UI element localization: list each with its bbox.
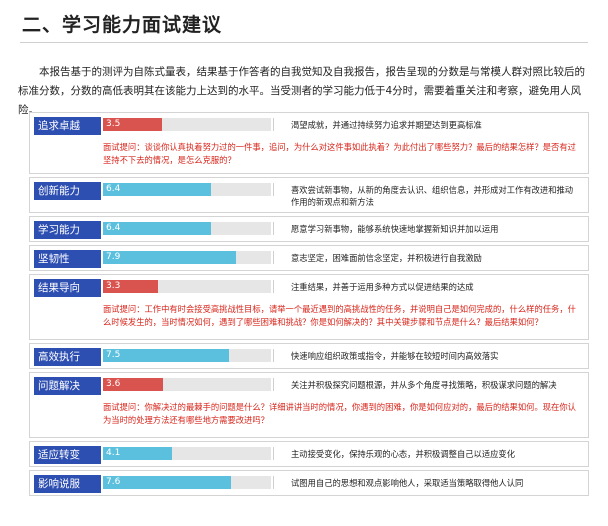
column-divider — [273, 251, 274, 264]
competency-row: 坚韧性 7.9 意志坚定，困难面前信念坚定，并积极进行自我激励 — [29, 245, 589, 271]
competency-row: 影响说服 7.6 试图用自己的思想和观点影响他人，采取适当策略取得他人认同 — [29, 470, 589, 496]
score-value: 3.5 — [106, 119, 121, 129]
competency-row: 高效执行 7.5 快速响应组织政策或指令，并能够在较短时间内高效落实 — [29, 343, 589, 369]
competency-row: 学习能力 6.4 愿意学习新事物，能够系统快速地掌握新知识并加以运用 — [29, 216, 589, 242]
column-divider — [273, 476, 274, 489]
score-bar-fill: 7.5 — [103, 349, 229, 362]
score-bar-fill: 3.6 — [103, 378, 163, 391]
column-divider — [273, 280, 274, 293]
competency-label: 追求卓越 — [34, 117, 101, 135]
competency-description: 试图用自己的思想和观点影响他人，采取适当策略取得他人认同 — [291, 478, 524, 488]
score-bar-track: 3.6 — [103, 378, 271, 391]
score-bar-fill: 6.4 — [103, 183, 211, 196]
score-value: 7.6 — [106, 477, 121, 487]
score-value: 6.4 — [106, 223, 121, 233]
competency-label: 学习能力 — [34, 221, 101, 239]
column-divider — [273, 447, 274, 460]
interview-question: 面试提问：谈谈你认真执着努力过的一件事，追问，为什么对这件事如此执着？为此付出了… — [103, 142, 576, 165]
competency-label: 高效执行 — [34, 348, 101, 366]
competency-description: 意志坚定，困难面前信念坚定，并积极进行自我激励 — [291, 253, 482, 263]
section-title: 二、学习能力面试建议 — [22, 14, 223, 36]
competency-row: 创新能力 6.4 喜欢尝试新事物，从新的角度去认识、组织信息，并形成对工作有改进和推… — [29, 177, 589, 213]
competency-label: 结果导向 — [34, 279, 101, 297]
title-divider — [20, 42, 588, 43]
score-bar-fill: 7.6 — [103, 476, 231, 489]
competency-row: 适应转变 4.1 主动接受变化，保持乐观的心态，并积极调整自己以适应变化 — [29, 441, 589, 467]
column-divider — [273, 378, 274, 391]
score-bar-fill: 6.4 — [103, 222, 211, 235]
competency-description: 快速响应组织政策或指令，并能够在较短时间内高效落实 — [291, 351, 499, 361]
score-value: 3.3 — [106, 281, 121, 291]
competency-row: 追求卓越 3.5 渴望成就，并通过持续努力追求并期望达到更高标准面试提问：谈谈你认真… — [29, 112, 589, 174]
score-bar-fill: 4.1 — [103, 447, 172, 460]
competency-description: 主动接受变化，保持乐观的心态，并积极调整自己以适应变化 — [291, 449, 516, 459]
competency-label: 适应转变 — [34, 446, 101, 464]
score-value: 7.5 — [106, 350, 121, 360]
competency-label: 创新能力 — [34, 182, 101, 200]
score-bar-track: 7.6 — [103, 476, 271, 489]
competency-description: 关注并积极探究问题根源，并从多个角度寻找策略，积极谋求问题的解决 — [291, 380, 557, 390]
competency-label: 坚韧性 — [34, 250, 101, 268]
score-bar-track: 7.9 — [103, 251, 271, 264]
competency-row: 问题解决 3.6 关注并积极探究问题根源，并从多个角度寻找策略，积极谋求问题的解决面… — [29, 372, 589, 438]
column-divider — [273, 183, 274, 196]
interview-question: 面试提问：工作中有时会接受高挑战性目标，请举一个最近遇到的高挑战性的任务，并说明… — [103, 304, 576, 327]
score-value: 3.6 — [106, 379, 121, 389]
competency-description: 渴望成就，并通过持续努力追求并期望达到更高标准 — [291, 120, 482, 130]
competency-description: 喜欢尝试新事物，从新的角度去认识、组织信息，并形成对工作有改进和推动作用的新观点… — [291, 185, 574, 207]
column-divider — [273, 349, 274, 362]
competency-label: 影响说服 — [34, 475, 101, 493]
score-bar-track: 6.4 — [103, 183, 271, 196]
score-bar-fill: 3.3 — [103, 280, 158, 293]
competency-row: 结果导向 3.3 注重结果，并善于运用多种方式以促进结果的达成面试提问：工作中有时会… — [29, 274, 589, 340]
column-divider — [273, 118, 274, 131]
score-bar-fill: 7.9 — [103, 251, 236, 264]
score-bar-track: 3.3 — [103, 280, 271, 293]
score-bar-track: 4.1 — [103, 447, 271, 460]
score-bar-fill: 3.5 — [103, 118, 162, 131]
interview-question: 面试提问：你解决过的最棘手的问题是什么？详细讲讲当时的情况，你遇到的困难，你是如… — [103, 402, 576, 425]
competency-description: 注重结果，并善于运用多种方式以促进结果的达成 — [291, 282, 474, 292]
column-divider — [273, 222, 274, 235]
score-bar-track: 7.5 — [103, 349, 271, 362]
score-bar-track: 6.4 — [103, 222, 271, 235]
competency-label: 问题解决 — [34, 377, 101, 395]
score-value: 7.9 — [106, 252, 121, 262]
score-value: 4.1 — [106, 448, 121, 458]
competency-description: 愿意学习新事物，能够系统快速地掌握新知识并加以运用 — [291, 224, 499, 234]
score-bar-track: 3.5 — [103, 118, 271, 131]
score-value: 6.4 — [106, 184, 121, 194]
